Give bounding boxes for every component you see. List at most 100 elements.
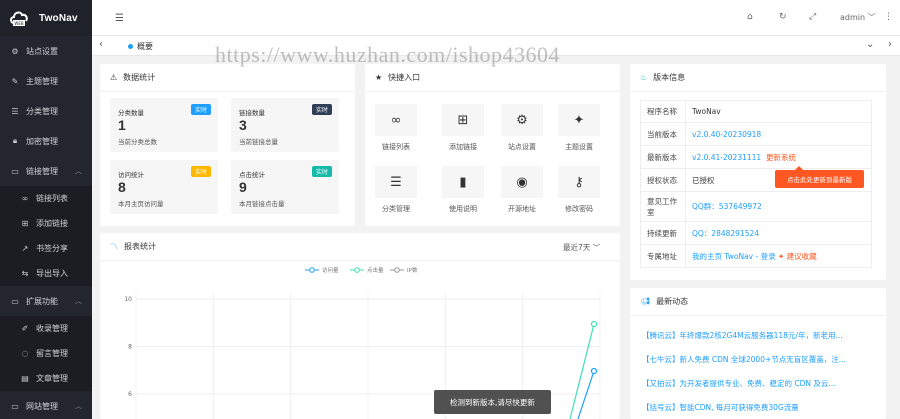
lock-icon: 🔒︎ [12,136,18,145]
y-tick-label: 10 [124,296,132,303]
bookmark-hint: ✦ 建议收藏 [777,251,817,261]
fire-icon: ♨ [640,73,648,82]
quick-open-source[interactable]: ◉ 开源地址 [501,166,543,214]
sidebar-item-messages[interactable]: ◌ 留言管理 [0,341,92,366]
chevron-up-icon: ︿ [75,297,82,305]
share-icon: ↗ [21,244,29,253]
update-toast: 检测到新版本,请尽快更新 [434,390,551,414]
sidebar-item-category[interactable]: ☰ 分类管理 [0,96,92,126]
home-icon[interactable]: ⌂ [747,12,753,22]
qq-group-link[interactable]: QQ群：537649972 [685,191,872,222]
app-name: TwoNav [39,12,78,24]
plus-square-icon: ⊞ [442,104,484,136]
quick-entry-title: ★ 快捷入口 [365,64,620,92]
sidebar-submenu-links: ∞ 链接列表 ⊞ 添加链接 ↗ 书签分享 ⇆ 导出导入 [0,186,92,286]
list-icon: ☰ [11,106,19,116]
github-icon: ◉ [501,166,543,198]
quick-manual[interactable]: ▮ 使用说明 [442,166,484,214]
sidebar-item-bookmark-share[interactable]: ↗ 书签分享 [0,236,92,261]
version-row: 程序名称 TwoNav [640,100,872,123]
sidebar-item-links[interactable]: ▭ 链接管理 ︿ [0,156,92,186]
news-item[interactable]: 【腾讯云】年终爆款2核2G4M云服务器118元/年，新老用... [642,330,864,341]
sidebar-submenu-extensions: ✐ 收录管理 ◌ 留言管理 ▤ 文章管理 [0,316,92,391]
sidebar: WEB TwoNav ⚙ 站点设置 ✎ 主题管理 ☰ 分类管理 🔒︎ 加密管理 … [0,0,92,419]
sidebar-item-label: 站点设置 [26,46,58,56]
stat-category-count: 分类数量 实时 1 当前分类总数 [110,98,218,152]
realtime-badge: 实时 [311,166,332,177]
realtime-badge: 实时 [311,104,332,115]
stat-visits: 访问统计 实时 8 本月主页访问量 [110,160,218,214]
quick-change-password[interactable]: ⚷ 修改密码 [558,166,600,214]
active-dot [128,44,133,49]
tab-bar: ‹ 概要 ⌄ › [92,36,900,56]
sidebar-item-add-link[interactable]: ⊞ 添加链接 [0,211,92,236]
version-row: 意见工作室 QQ群：537649972 [640,191,872,222]
legend-marker [394,267,400,273]
stat-link-count: 链接数量 实时 3 当前链接总量 [231,98,339,152]
svg-text:WEB: WEB [14,21,23,26]
gear-icon: ⚙ [11,46,19,56]
user-menu[interactable]: admin ﹀ [840,12,876,23]
sidebar-item-extensions[interactable]: ▭ 扩展功能 ︿ [0,286,92,316]
sidebar-item-label: 链接管理 [26,166,58,176]
sidebar-item-encrypt[interactable]: 🔒︎ 加密管理 [0,126,92,156]
update-system-link[interactable]: 更新系统 [766,153,796,162]
tab-overview[interactable]: 概要 [128,41,153,52]
version-row: 持续更新 QQ：2848291524 [640,221,872,245]
sidebar-item-label: 链接列表 [36,194,68,203]
sidebar-item-site-settings[interactable]: ⚙ 站点设置 [0,36,92,66]
logo[interactable]: WEB TwoNav [0,0,92,36]
home-link[interactable]: 我的主页 TwoNav - 登录 [692,252,776,261]
sidebar-item-link-list[interactable]: ∞ 链接列表 [0,186,92,211]
news-item[interactable]: 【括号云】智能CDN, 每月可获得免费30G流量 [642,402,864,413]
legend-label: IP数 [407,266,418,274]
folder-icon: ▭ [11,296,19,306]
news-card-title: 📢︎ 最新动态 [630,288,886,316]
y-tick-label: 6 [128,391,132,398]
sidebar-item-label: 留言管理 [36,349,68,358]
series-line [569,323,595,419]
quick-theme-settings[interactable]: ✦ 主题设置 [558,104,600,152]
key-icon: ⚷ [558,166,600,198]
folder-icon: ▭ [11,401,19,411]
megaphone-icon: 📢︎ [640,297,651,306]
chevron-right-icon[interactable]: › [888,39,892,50]
news-item[interactable]: 【七牛云】新人免费 CDN 全球2000+节点无盲区覆盖，注... [642,354,864,365]
sidebar-item-articles[interactable]: ▤ 文章管理 [0,366,92,391]
fullscreen-icon[interactable]: ⤢ [809,12,816,22]
update-popover[interactable]: 点击此处更新到最新版 [775,166,864,188]
quick-site-settings[interactable]: ⚙ 站点设置 [501,104,543,152]
sidebar-item-label: 添加链接 [36,219,68,228]
link-icon: ∞ [21,194,29,203]
cloud-logo-icon: WEB [8,9,30,27]
news-item[interactable]: 【又拍云】为开发者提供专业、免费、稳定的 CDN 及云... [642,378,864,389]
transfer-icon: ⇆ [21,269,29,278]
legend-marker [354,267,360,273]
menu-toggle-icon[interactable]: ☰ [115,13,124,24]
article-icon: ▤ [21,374,29,383]
y-tick-label: 8 [128,344,132,351]
refresh-icon[interactable]: ↻ [779,12,787,22]
list-icon: ☰ [375,166,417,198]
legend-label: 访问量 [322,266,339,274]
sidebar-item-label: 文章管理 [36,374,68,383]
chevron-down-icon[interactable]: ⌄ [866,39,874,50]
quick-category[interactable]: ☰ 分类管理 [375,166,417,214]
chevron-up-icon: ︿ [75,402,82,410]
version-row: 当前版本 v2.0.40-20230918 [640,122,872,146]
message-icon: ◌ [21,349,29,358]
sidebar-item-import-export[interactable]: ⇆ 导出导入 [0,261,92,286]
stat-clicks: 点击统计 实时 9 本月链接点击量 [231,160,339,214]
chevron-left-icon[interactable]: ‹ [99,39,103,50]
sidebar-item-label: 扩展功能 [26,296,58,306]
book-icon: ▮ [442,166,484,198]
stats-card-title: ⚠ 数据统计 [100,64,355,92]
quick-link-list[interactable]: ∞ 链接列表 [375,104,417,152]
sidebar-item-submissions[interactable]: ✐ 收录管理 [0,316,92,341]
version-card-title: ♨ 版本信息 [630,64,886,92]
quick-add-link[interactable]: ⊞ 添加链接 [442,104,484,152]
sidebar-item-site-management[interactable]: ▭ 网站管理 ︿ [0,391,92,419]
more-vertical-icon[interactable]: ⋮ [884,12,893,22]
sidebar-item-label: 网站管理 [26,401,58,411]
sidebar-item-theme[interactable]: ✎ 主题管理 [0,66,92,96]
